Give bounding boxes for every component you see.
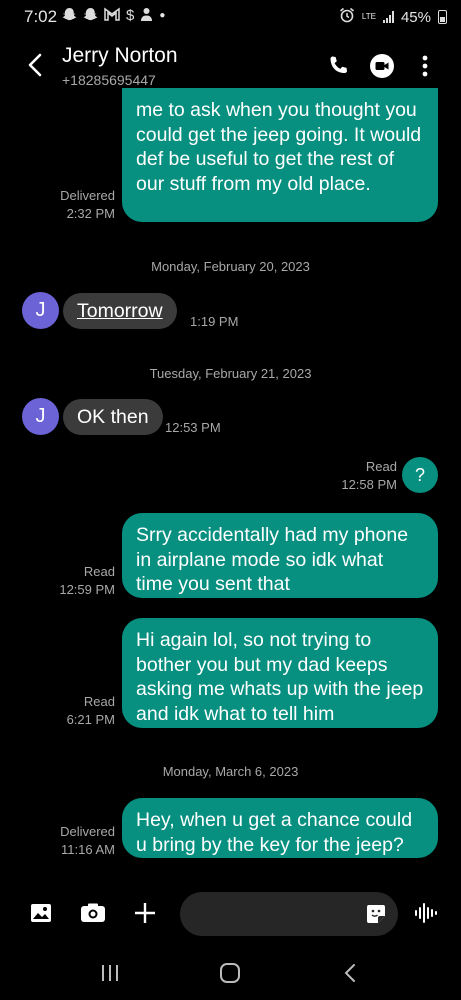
- message-thread[interactable]: me to ask when you thought you could get…: [0, 88, 461, 876]
- phone-icon[interactable]: [324, 52, 352, 80]
- date-divider: Monday, March 6, 2023: [162, 764, 299, 779]
- battery-icon: [438, 10, 447, 24]
- message-text: Srry accidentally had my phone in airpla…: [136, 524, 409, 595]
- contact-phone: +18285695447: [62, 72, 156, 88]
- snapchat-icon: [62, 7, 77, 25]
- system-nav-bar: [0, 948, 461, 1000]
- message-text[interactable]: Tomorrow: [77, 300, 163, 322]
- back-arrow-icon[interactable]: [24, 50, 48, 80]
- message-time: 1:19 PM: [190, 314, 239, 329]
- contact-name[interactable]: Jerry Norton: [62, 44, 178, 68]
- avatar[interactable]: J: [22, 292, 59, 329]
- message-text: me to ask when you thought you could get…: [136, 99, 422, 195]
- message-meta: Read 12:58 PM: [341, 458, 397, 494]
- back-icon[interactable]: [336, 960, 364, 986]
- conversation-header: Jerry Norton +18285695447: [0, 34, 461, 96]
- person-icon: [140, 7, 153, 25]
- status-time: 7:02: [24, 7, 58, 26]
- outgoing-message[interactable]: me to ask when you thought you could get…: [122, 88, 438, 222]
- message-text: ?: [414, 464, 425, 485]
- message-input[interactable]: [180, 892, 398, 936]
- avatar-initial: J: [35, 405, 46, 427]
- message-composer: [0, 888, 461, 938]
- message-status: Read: [365, 459, 397, 474]
- notification-icons: $ ●: [62, 7, 165, 25]
- gallery-icon[interactable]: [28, 900, 54, 926]
- system-status: LTE 45%: [339, 7, 447, 27]
- message-text: Hey, when u get a chance could u bring b…: [136, 809, 413, 856]
- message-time: 11:16 AM: [61, 842, 115, 857]
- video-call-icon[interactable]: [368, 52, 396, 80]
- message-time: 2:32 PM: [66, 206, 115, 221]
- message-text: Hi again lol, so not trying to bother yo…: [136, 629, 424, 725]
- avatar[interactable]: J: [22, 398, 59, 435]
- date-divider: Tuesday, February 21, 2023: [149, 366, 312, 381]
- message-status: Delivered: [60, 824, 115, 839]
- incoming-message[interactable]: Tomorrow: [63, 293, 177, 329]
- battery-percent: 45%: [400, 8, 431, 26]
- date-divider: Monday, February 20, 2023: [151, 259, 310, 274]
- incoming-message[interactable]: OK then: [63, 399, 163, 435]
- outgoing-message[interactable]: Hi again lol, so not trying to bother yo…: [122, 618, 438, 728]
- status-bar: 7:02 $ ● LTE 45%: [0, 0, 461, 34]
- message-text: OK then: [77, 406, 149, 428]
- message-time: 6:21 PM: [66, 712, 115, 727]
- message-meta: Read 6:21 PM: [67, 693, 115, 729]
- outgoing-message[interactable]: ?: [402, 457, 438, 493]
- message-status: Read: [83, 564, 115, 579]
- lte-icon: LTE: [361, 12, 376, 21]
- message-meta: Delivered 11:16 AM: [60, 823, 115, 859]
- gmail-icon: [104, 7, 120, 25]
- add-icon[interactable]: [132, 900, 158, 926]
- alarm-icon: [339, 7, 355, 27]
- message-time: 12:58 PM: [341, 477, 397, 492]
- home-icon[interactable]: [216, 960, 244, 986]
- more-vertical-icon[interactable]: [411, 52, 439, 80]
- camera-icon[interactable]: [80, 900, 106, 926]
- message-meta: Read 12:59 PM: [59, 563, 115, 599]
- voice-icon[interactable]: [413, 900, 439, 926]
- outgoing-message[interactable]: Srry accidentally had my phone in airpla…: [122, 513, 438, 598]
- message-time: 12:59 PM: [59, 582, 115, 597]
- dot-icon: ●: [159, 10, 166, 21]
- sticker-icon[interactable]: [365, 903, 387, 925]
- outgoing-message[interactable]: Hey, when u get a chance could u bring b…: [122, 798, 438, 858]
- message-time: 12:53 PM: [165, 420, 221, 435]
- message-status: Read: [83, 694, 115, 709]
- dollar-icon: $: [126, 7, 135, 24]
- message-meta: Delivered 2:32 PM: [60, 187, 115, 223]
- snapchat-icon: [83, 7, 98, 25]
- recent-apps-icon[interactable]: [96, 960, 124, 986]
- signal-icon: [382, 11, 394, 23]
- message-status: Delivered: [60, 188, 115, 203]
- avatar-initial: J: [35, 299, 46, 321]
